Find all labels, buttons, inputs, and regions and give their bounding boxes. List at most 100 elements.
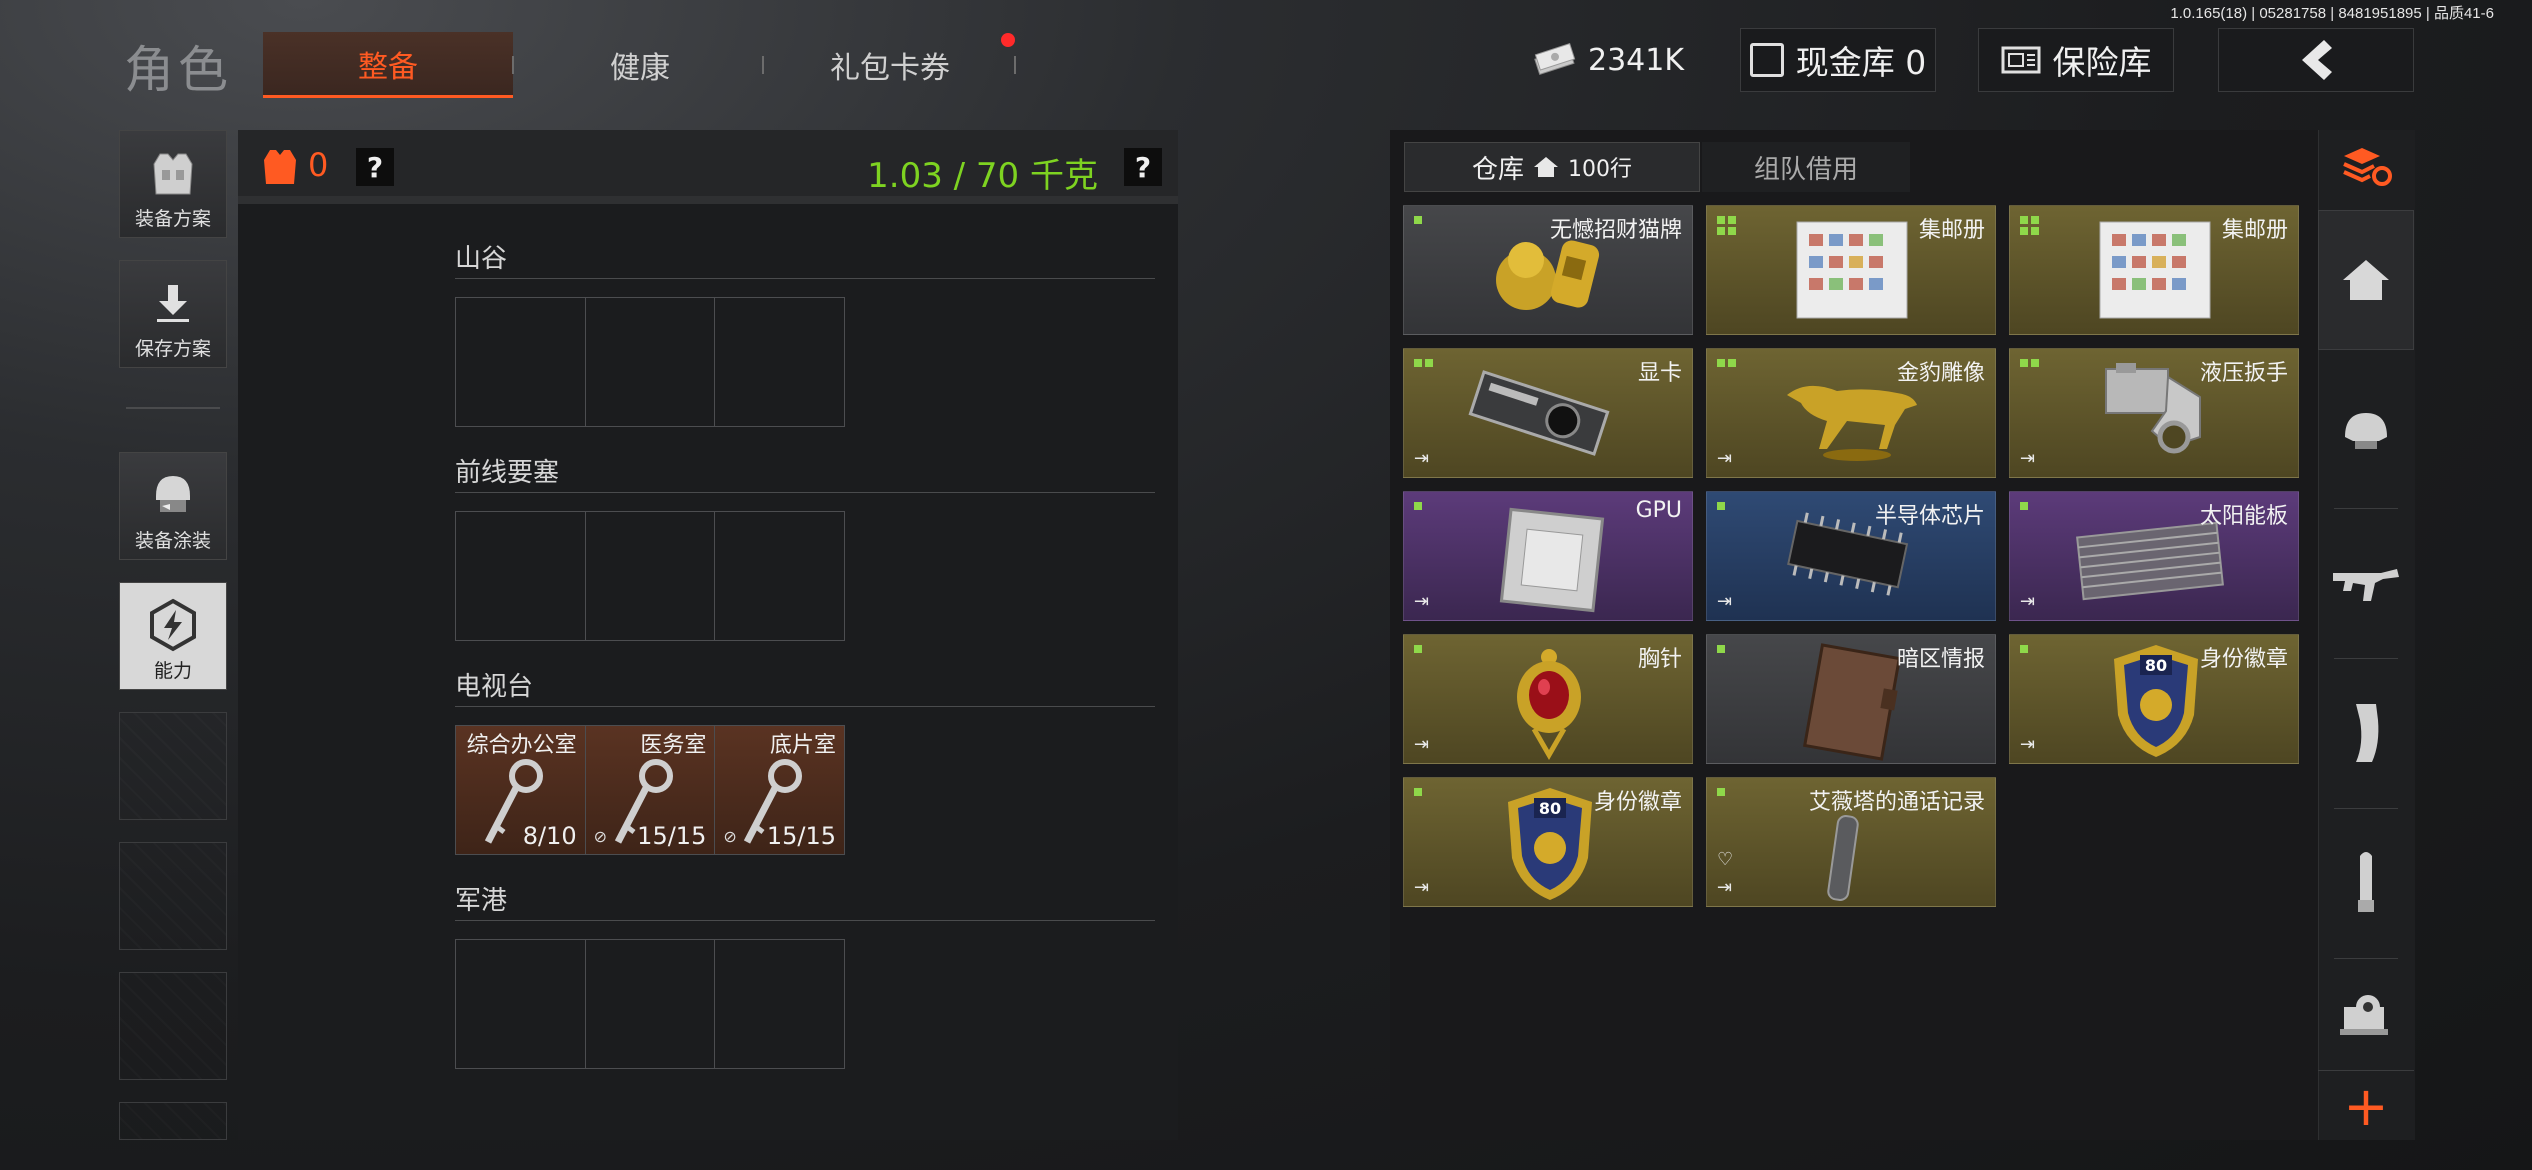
- stamp-album-icon: [1796, 221, 1908, 319]
- rarity-pip: [2020, 502, 2028, 510]
- category-helmet[interactable]: [2318, 356, 2414, 506]
- tab-gift-cards[interactable]: 礼包卡券: [770, 32, 1010, 98]
- category-magazine[interactable]: [2318, 658, 2414, 808]
- rarity-pip: [1414, 216, 1422, 224]
- section-divider: [455, 492, 1155, 493]
- category-all[interactable]: [2318, 210, 2414, 350]
- armor-count: 0: [308, 146, 329, 184]
- tab-health[interactable]: 健康: [520, 32, 760, 98]
- key-slot-empty[interactable]: [456, 512, 586, 640]
- cash-vault-button[interactable]: 现金库 0: [1740, 28, 1936, 92]
- loadout-plan-button[interactable]: 装备方案: [119, 130, 227, 238]
- item-semiconductor-chip[interactable]: 半导体芯片 ⇥: [1706, 491, 1996, 621]
- empty-sidebar-slot: [119, 712, 227, 820]
- item-gpu[interactable]: GPU ⇥: [1403, 491, 1693, 621]
- section-title-naval-port: 军港: [455, 886, 508, 916]
- hydraulic-wrench-icon: [2105, 363, 2201, 454]
- item-name: 胸针: [1637, 647, 1682, 672]
- item-graphics-card[interactable]: 显卡 ⇥: [1403, 348, 1693, 478]
- exit-marker-icon: ⇥: [1717, 448, 1733, 469]
- tab-equip-label: 整备: [358, 49, 418, 85]
- item-hydraulic-wrench[interactable]: 液压扳手 ⇥: [2009, 348, 2299, 478]
- item-solar-panel[interactable]: 太阳能板 ⇥: [2009, 491, 2299, 621]
- insurance-vault-button[interactable]: 保险库: [1978, 28, 2174, 92]
- key-slot-empty[interactable]: [586, 298, 716, 426]
- item-id-badge[interactable]: 80 身份徽章 ⇥: [2009, 634, 2299, 764]
- key-slot-empty[interactable]: [715, 298, 844, 426]
- tab-equip[interactable]: 整备: [263, 32, 513, 98]
- key-slot-label: 医务室: [640, 733, 707, 758]
- team-borrow-label: 组队借用: [1753, 154, 1858, 185]
- item-stamp-album[interactable]: 集邮册: [2009, 205, 2299, 335]
- rarity-pip: [1717, 788, 1725, 796]
- key-slot-film-room[interactable]: 底片室 ⊘ 15/15: [715, 726, 845, 854]
- item-brooch[interactable]: 胸针 ⇥: [1403, 634, 1693, 764]
- item-call-record[interactable]: ♡ 艾薇塔的通话记录 ⇥: [1706, 777, 1996, 907]
- notification-dot: [1001, 33, 1015, 47]
- cash-stack-icon: [1534, 43, 1576, 76]
- exit-marker-icon: ⇥: [1414, 591, 1430, 612]
- item-stamp-album[interactable]: 集邮册: [1706, 205, 1996, 335]
- item-dark-zone-intel[interactable]: 暗区情报: [1706, 634, 1996, 764]
- tab-divider: [1014, 56, 1016, 74]
- item-name: 身份徽章: [1593, 790, 1682, 815]
- page-title: 角色: [124, 41, 232, 99]
- item-name: 艾薇塔的通话记录: [1808, 790, 1985, 815]
- armor-icon: [260, 146, 300, 190]
- item-gold-leopard-statue[interactable]: 金豹雕像 ⇥: [1706, 348, 1996, 478]
- key-slot-empty[interactable]: [715, 512, 844, 640]
- key-slot-office[interactable]: 综合办公室 8/10: [456, 726, 586, 854]
- exit-marker-icon: ⇥: [2020, 448, 2036, 469]
- key-slot-empty[interactable]: [715, 940, 844, 1068]
- rarity-pip: [1717, 502, 1725, 510]
- sort-refresh-button[interactable]: [2318, 130, 2414, 206]
- exit-marker-icon: ⇥: [1717, 877, 1733, 898]
- rarity-pip: [1414, 645, 1422, 653]
- sidebar-divider: [126, 407, 220, 409]
- insurance-label: 保险库: [2052, 43, 2152, 82]
- category-weapon[interactable]: [2318, 508, 2414, 658]
- id-badge-icon: 80: [1508, 788, 1592, 900]
- category-ammo[interactable]: [2318, 808, 2414, 958]
- armor-help-button[interactable]: ?: [356, 148, 394, 186]
- ability-label: 能力: [153, 660, 192, 682]
- svg-text:80: 80: [1539, 799, 1561, 818]
- version-label: 1.0.165(18) | 05281758 | 8481951895 | 品质…: [2170, 5, 2494, 22]
- key-slot-empty[interactable]: [586, 512, 716, 640]
- key-slot-row-tv-station: 综合办公室 8/10 医务室 ⊘ 15/15 底片室 ⊘ 15/15: [455, 725, 845, 855]
- download-icon: [145, 278, 201, 328]
- tab-divider: [512, 56, 514, 74]
- item-id-badge[interactable]: 80 身份徽章 ⇥: [1403, 777, 1693, 907]
- key-slot-empty[interactable]: [456, 298, 586, 426]
- save-plan-button[interactable]: 保存方案: [119, 260, 227, 368]
- item-lucky-cat-plaque[interactable]: 无憾招财猫牌: [1403, 205, 1693, 335]
- tab-warehouse[interactable]: 仓库 100行: [1404, 142, 1700, 192]
- key-slot-row-naval-port: [455, 939, 845, 1069]
- safe-icon: [2001, 46, 2040, 74]
- add-category-button[interactable]: +: [2318, 1070, 2414, 1141]
- money-value: 2341K: [1588, 42, 1685, 78]
- category-sight[interactable]: [2318, 958, 2414, 1068]
- item-name: 身份徽章: [2199, 647, 2288, 672]
- key-slot-empty[interactable]: [586, 940, 716, 1068]
- item-name: 太阳能板: [2199, 504, 2288, 529]
- empty-sidebar-slot: [119, 1102, 227, 1140]
- key-slot-empty[interactable]: [456, 940, 586, 1068]
- tab-team-borrow[interactable]: 组队借用: [1702, 142, 1910, 192]
- weight-help-button[interactable]: ?: [1124, 148, 1162, 186]
- key-slot-label: 底片室: [770, 733, 837, 758]
- weight-value: 1.03 / 70 千克: [867, 156, 1098, 196]
- rarity-pip: [2020, 359, 2039, 367]
- no-insure-icon: ⊘: [593, 827, 608, 846]
- back-button[interactable]: [2218, 28, 2414, 92]
- no-insure-icon: ⊘: [723, 827, 737, 846]
- tab-health-label: 健康: [610, 51, 670, 86]
- rarity-pip: [1717, 216, 1736, 235]
- warehouse-tab-label: 仓库: [1471, 154, 1524, 185]
- key-slot-infirmary[interactable]: 医务室 ⊘ 15/15: [585, 726, 716, 854]
- equipment-skin-button[interactable]: 装备涂装: [119, 452, 227, 560]
- section-title-valley: 山谷: [455, 244, 508, 274]
- rarity-pip: [1717, 359, 1736, 367]
- id-badge-icon: 80: [2114, 645, 2198, 757]
- ability-button[interactable]: 能力: [119, 582, 227, 690]
